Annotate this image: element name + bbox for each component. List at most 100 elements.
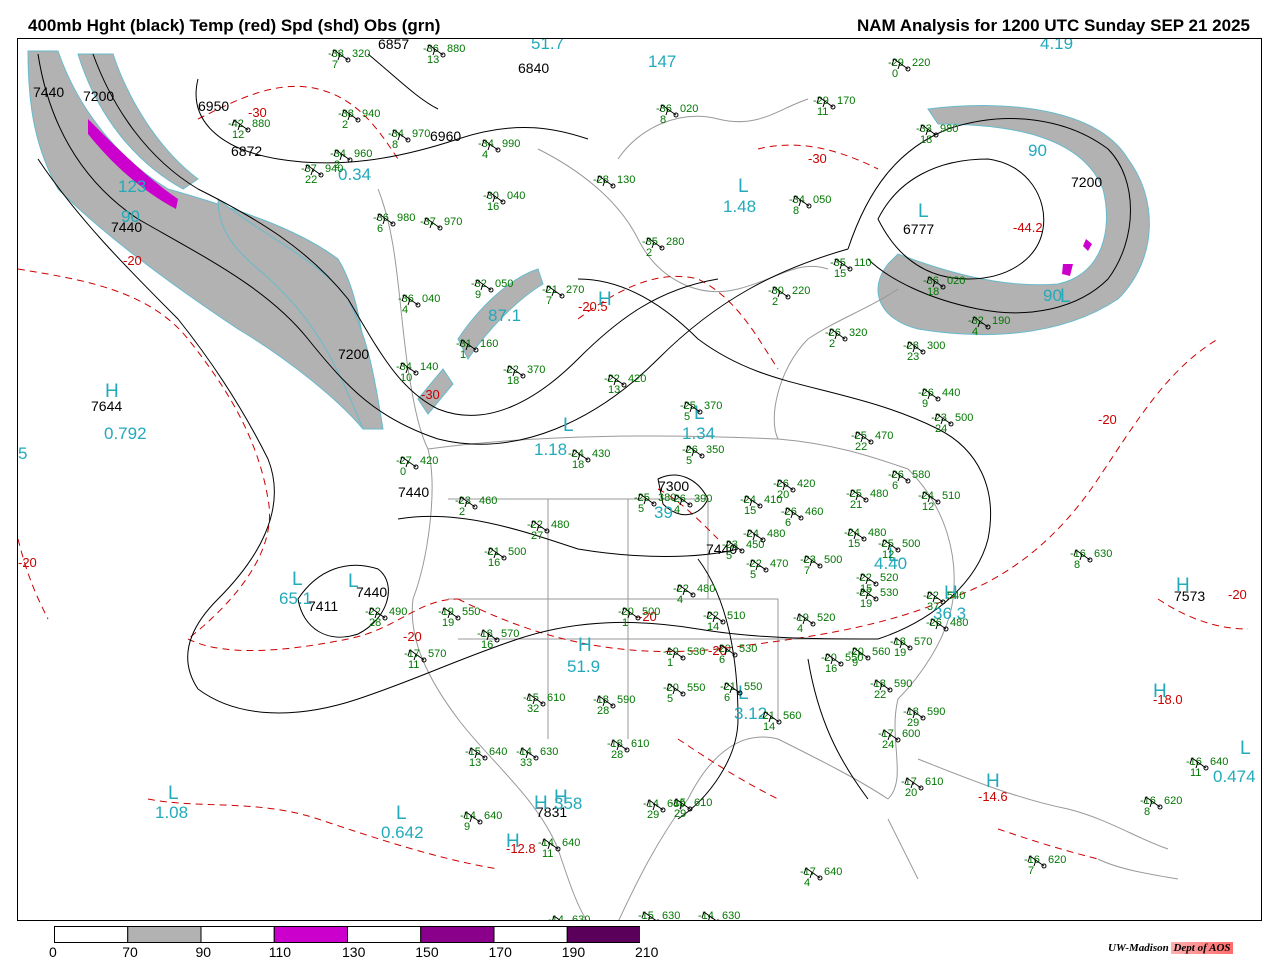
height-label: 6777 [903,221,934,237]
obs-height: 470 [770,558,788,570]
low-center-letter: L [292,569,303,590]
obs-dewpoint-depression: 6 [892,480,898,492]
obs-height: 270 [566,284,584,296]
height-label: 6872 [231,143,262,159]
legend-tick-label: 110 [268,944,292,960]
obs-dewpoint-depression: 21 [850,499,862,511]
wind-speed-label: 51.7 [531,39,564,53]
obs-height: 050 [813,194,831,206]
obs-height: 630 [1094,548,1112,560]
obs-height: 470 [875,430,893,442]
obs-height: 640 [1210,756,1228,768]
obs-height: 640 [562,837,580,849]
obs-height: 940 [325,163,343,175]
wind-speed-label: 0.642 [381,823,424,842]
obs-dewpoint-depression: 11 [542,848,553,860]
low-center-letter: L [168,783,179,804]
obs-dewpoint-depression: 13 [608,384,620,396]
obs-height: 970 [444,216,462,228]
obs-dewpoint-depression: 16 [487,201,499,213]
obs-dewpoint-depression: 7 [546,295,552,307]
obs-dewpoint-depression: 11 [1190,767,1201,779]
station-circle [716,919,720,920]
obs-height: 320 [352,48,370,60]
obs-height: 980 [397,212,415,224]
obs-temperature: -15 [638,910,654,921]
obs-height: 560 [783,710,801,722]
legend-tick-label: 170 [488,944,512,960]
legend-bin [273,926,348,943]
wind-speed-label: 65.1 [279,589,312,608]
obs-height: 600 [902,728,920,740]
obs-dewpoint-depression: 4 [804,877,810,889]
wind-speed-label: 0.474 [1213,767,1256,786]
obs-dewpoint-depression: 27 [531,530,543,542]
wind-speed-label: 90 [121,207,140,226]
map-canvas: 7440 720069506872685768406960744072007644… [18,39,1256,921]
obs-height: 480 [697,583,715,595]
obs-dewpoint-depression: 11 [408,659,419,671]
obs-dewpoint-depression: 5 [667,693,673,705]
low-center-letter: L [738,176,749,197]
low-center-letter: L [918,201,929,222]
obs-height: 500 [642,606,660,618]
obs-dewpoint-depression: 22 [874,689,886,701]
obs-dewpoint-depression: 7 [332,59,338,71]
height-label: 6857 [378,39,409,52]
high-center-letter: H [554,787,568,808]
obs-height: 480 [551,519,569,531]
obs-height: 500 [955,412,973,424]
high-center-letter: H [534,793,548,814]
obs-height: 640 [489,746,507,758]
credit-institution: UW-Madison [1108,942,1169,954]
obs-dewpoint-depression: 8 [392,139,398,151]
obs-height: 990 [502,138,520,150]
legend-bin [200,926,275,943]
obs-dewpoint-depression: 4 [677,594,683,606]
legend-tick-label: 70 [122,944,138,960]
obs-height: 500 [508,546,526,558]
obs-dewpoint-depression: 1 [667,657,673,669]
obs-dewpoint-depression: 18 [572,459,584,471]
obs-dewpoint-depression: 5 [726,550,732,562]
legend-tick-label: 190 [561,944,586,960]
obs-height: 510 [942,490,960,502]
obs-height: 040 [507,190,525,202]
obs-height: 370 [704,400,722,412]
temperature-label: -30 [421,387,440,402]
obs-height: 590 [927,706,945,718]
obs-dewpoint-depression: 37 [927,601,939,613]
obs-dewpoint-depression: 0 [400,466,406,478]
obs-dewpoint-depression: 6 [785,517,791,529]
obs-dewpoint-depression: 6 [377,223,383,235]
wind-speed-label: 123 [118,177,146,196]
height-label: 7440 [398,484,429,500]
obs-height: 880 [252,118,270,130]
obs-height: 640 [484,810,502,822]
obs-height: 460 [805,506,823,518]
height-label: 7200 [338,346,369,362]
high-center-letter: H [598,289,612,310]
obs-dewpoint-depression: 9 [475,289,481,301]
obs-dewpoint-depression: 4 [972,326,978,338]
high-center-letter: H [1153,681,1167,702]
legend-bin [420,926,495,943]
wind-speed-label: 147 [648,52,676,71]
temperature-label: -20 [123,253,142,268]
wind-speed-label: 4.19 [1040,39,1073,53]
obs-dewpoint-depression: 28 [611,749,623,761]
obs-dewpoint-depression: 2 [646,247,652,259]
obs-dewpoint-depression: 10 [400,372,412,384]
obs-dewpoint-depression: 6 [724,692,730,704]
high-center-letter: H [986,771,1000,792]
obs-height: 500 [824,554,842,566]
height-label: 7440 [356,584,387,600]
low-center-letter: L [348,571,359,592]
obs-dewpoint-depression: 4 [482,149,488,161]
obs-height: 220 [792,285,810,297]
obs-height: 420 [628,373,646,385]
legend-bin [347,926,422,943]
obs-dewpoint-depression: 7 [804,565,810,577]
obs-height: 320 [849,327,867,339]
obs-temperature: -26 [926,617,942,629]
